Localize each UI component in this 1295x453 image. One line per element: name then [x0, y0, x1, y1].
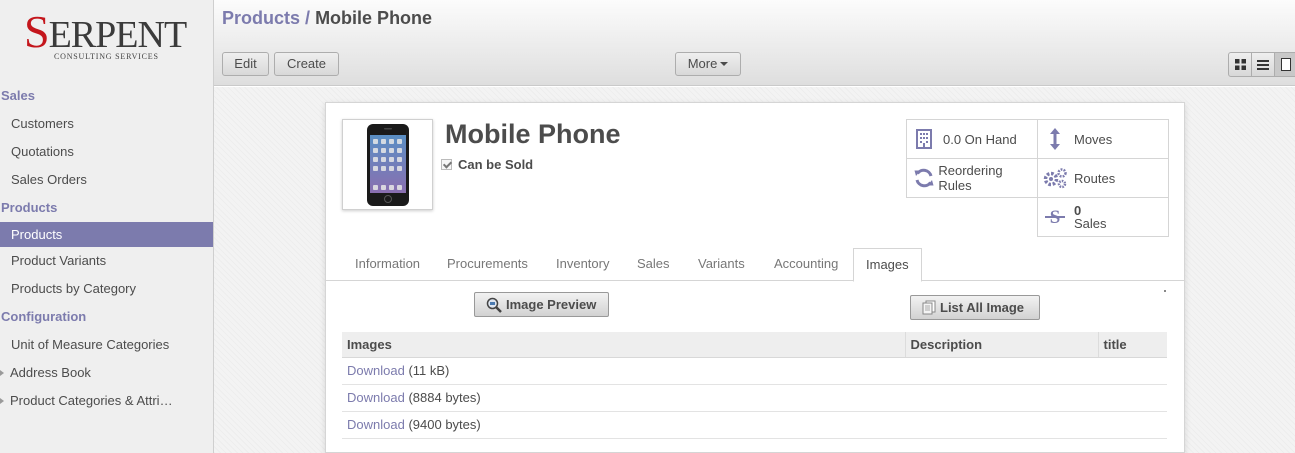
- documents-icon: [922, 300, 936, 315]
- breadcrumb-separator: /: [305, 8, 311, 28]
- tab-information[interactable]: Information: [355, 256, 420, 271]
- edit-button[interactable]: Edit: [222, 52, 269, 76]
- more-label: More: [687, 56, 718, 71]
- sidebar-item-sales-orders[interactable]: Sales Orders: [0, 166, 213, 194]
- title-cell: [1098, 411, 1167, 439]
- form-view-icon[interactable]: [1274, 52, 1295, 77]
- up-down-arrow-icon: [1042, 126, 1068, 152]
- on-hand-label: 0.0 On Hand: [943, 131, 1017, 147]
- file-size: (8884 bytes): [408, 390, 481, 405]
- file-size: (11 kB): [408, 363, 450, 378]
- strikethrough-icon: S: [1042, 204, 1068, 230]
- table-row[interactable]: Download (9400 bytes): [342, 411, 1167, 439]
- can-be-sold-checkbox[interactable]: [441, 159, 452, 170]
- tab-variants[interactable]: Variants: [698, 256, 745, 271]
- expand-triangle-icon: [0, 370, 4, 376]
- can-be-sold-label: Can be Sold: [458, 157, 534, 172]
- list-view-icon[interactable]: [1251, 52, 1275, 77]
- image-preview-button[interactable]: Image Preview: [474, 292, 609, 317]
- form-sheet: Mobile Phone Can be Sold 0.0 On Hand Mov…: [325, 102, 1185, 453]
- sidebar: SERPENT CONSULTING SERVICES Sales Custom…: [0, 0, 214, 453]
- column-header-description[interactable]: Description: [905, 332, 1099, 358]
- sidebar-item-product-variants[interactable]: Product Variants: [0, 247, 213, 275]
- breadcrumb-current: Mobile Phone: [315, 8, 433, 28]
- expand-triangle-icon: [0, 398, 4, 404]
- description-cell: [905, 357, 1098, 385]
- sidebar-item-label: Product Categories & Attri…: [10, 393, 173, 408]
- image-cell: Download (9400 bytes): [342, 411, 905, 439]
- sales-button[interactable]: S 0Sales: [1037, 197, 1169, 237]
- on-hand-button[interactable]: 0.0 On Hand: [906, 119, 1038, 159]
- breadcrumb-products-link[interactable]: Products: [222, 8, 300, 28]
- download-link[interactable]: Download: [347, 390, 405, 405]
- download-link[interactable]: Download: [347, 417, 405, 432]
- logo-text: ERPENT: [48, 14, 188, 56]
- view-switcher: [1228, 52, 1295, 77]
- image-cell: Download (11 kB): [342, 357, 905, 385]
- company-logo[interactable]: SERPENT CONSULTING SERVICES: [24, 9, 188, 68]
- table-row[interactable]: Download (11 kB): [342, 357, 1167, 385]
- column-header-images[interactable]: Images: [342, 332, 906, 358]
- logo-initial: S: [24, 6, 50, 57]
- decorative-dot: [1164, 290, 1166, 292]
- sidebar-item-uom-categories[interactable]: Unit of Measure Categories: [0, 331, 213, 359]
- more-dropdown-button[interactable]: More: [675, 52, 741, 76]
- product-name: Mobile Phone: [445, 119, 621, 149]
- image-preview-label: Image Preview: [506, 297, 597, 312]
- description-cell: [905, 384, 1098, 412]
- list-all-image-button[interactable]: List All Image: [910, 295, 1040, 320]
- logo-subtitle: CONSULTING SERVICES: [54, 52, 159, 61]
- reordering-rules-button[interactable]: Reordering Rules: [906, 158, 1038, 198]
- product-image[interactable]: [342, 119, 433, 210]
- refresh-icon: [911, 165, 936, 191]
- reordering-rules-label: Reordering Rules: [938, 163, 1003, 193]
- can-be-sold-field: Can be Sold: [441, 157, 533, 172]
- create-button[interactable]: Create: [274, 52, 339, 76]
- caret-down-icon: [720, 62, 729, 66]
- file-size: (9400 bytes): [408, 417, 481, 432]
- zoom-image-icon: [486, 297, 502, 313]
- sidebar-menu: Sales Customers Quotations Sales Orders …: [0, 82, 213, 415]
- title-cell: [1098, 384, 1167, 412]
- breadcrumb: Products / Mobile Phone: [222, 8, 432, 29]
- menu-section-sales: Sales: [1, 88, 35, 103]
- tab-procurements[interactable]: Procurements: [447, 256, 528, 271]
- sidebar-item-address-book[interactable]: Address Book: [0, 359, 213, 387]
- control-panel: Products / Mobile Phone Edit Create More: [214, 0, 1295, 86]
- stat-buttons: 0.0 On Hand Moves Reordering Rules Route…: [906, 119, 1169, 237]
- tab-inventory[interactable]: Inventory: [556, 256, 609, 271]
- title-cell: [1098, 357, 1167, 385]
- kanban-view-icon[interactable]: [1228, 52, 1252, 77]
- routes-label: Routes: [1074, 170, 1116, 186]
- gears-icon: [1042, 165, 1068, 191]
- moves-button[interactable]: Moves: [1037, 119, 1169, 159]
- sidebar-item-products-by-category[interactable]: Products by Category: [0, 275, 213, 303]
- phone-image: [366, 123, 409, 206]
- notebook-tabs: Information Procurements Inventory Sales…: [326, 248, 1184, 282]
- sidebar-item-products[interactable]: Products: [0, 222, 213, 247]
- sidebar-item-quotations[interactable]: Quotations: [0, 138, 213, 166]
- menu-section-products: Products: [1, 200, 58, 215]
- menu-section-configuration: Configuration: [1, 309, 87, 324]
- sidebar-item-product-categories[interactable]: Product Categories & Attri…: [0, 387, 213, 415]
- description-cell: [905, 411, 1098, 439]
- sales-label: Sales: [1074, 216, 1107, 231]
- table-header-row: Images Description title: [342, 332, 1167, 358]
- sales-stat-text: 0 Sales: [1074, 204, 1107, 230]
- moves-label: Moves: [1074, 131, 1113, 147]
- building-icon: [911, 126, 937, 152]
- routes-button[interactable]: Routes: [1037, 158, 1169, 198]
- download-link[interactable]: Download: [347, 363, 405, 378]
- content-area: Mobile Phone Can be Sold 0.0 On Hand Mov…: [214, 87, 1295, 453]
- tab-sales[interactable]: Sales: [637, 256, 670, 271]
- images-table: Images Description title Download (11 kB…: [342, 332, 1167, 439]
- sidebar-item-customers[interactable]: Customers: [0, 110, 213, 138]
- column-header-title[interactable]: title: [1098, 332, 1167, 358]
- list-all-image-label: List All Image: [940, 300, 1025, 315]
- tab-accounting[interactable]: Accounting: [774, 256, 838, 271]
- image-cell: Download (8884 bytes): [342, 384, 905, 412]
- sidebar-item-label: Address Book: [10, 365, 91, 380]
- table-row[interactable]: Download (8884 bytes): [342, 384, 1167, 412]
- tab-images[interactable]: Images: [853, 248, 922, 282]
